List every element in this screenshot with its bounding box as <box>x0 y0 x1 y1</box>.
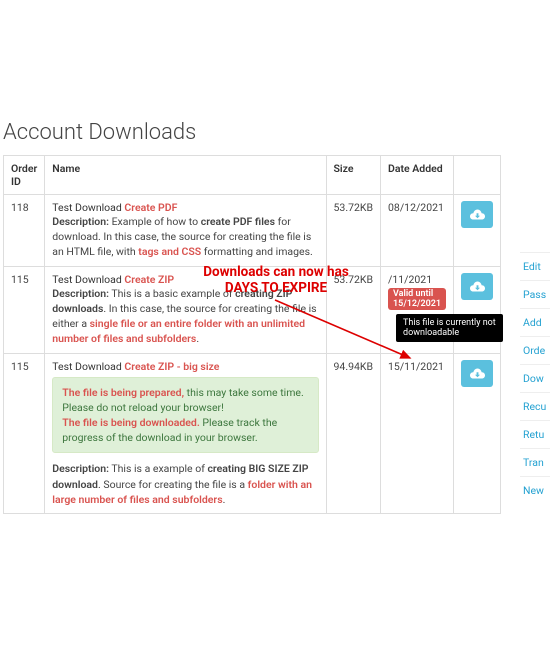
expiry-badge: Valid until 15/12/2021 <box>388 288 446 310</box>
cloud-download-icon <box>470 208 485 221</box>
sidemenu-item[interactable]: Dow <box>520 364 550 392</box>
download-description: Description: This is a example of creati… <box>52 462 312 505</box>
sidemenu-item[interactable]: Edit <box>520 252 550 280</box>
date-added: 08/12/2021 <box>381 195 454 267</box>
download-description: Description: This is a basic example of … <box>52 287 316 346</box>
order-id: 118 <box>4 195 45 267</box>
order-id: 115 <box>4 353 45 514</box>
sidemenu-item[interactable]: Pass <box>520 280 550 308</box>
sidemenu-item[interactable]: New <box>520 476 550 504</box>
tooltip: This file is currently not downloadable <box>396 314 503 342</box>
date-added: 15/11/2021 <box>381 353 454 514</box>
sidemenu-item[interactable]: Retu <box>520 420 550 448</box>
file-size: 94.94KB <box>326 353 381 514</box>
download-name: Test Download Create ZIP - big size <box>52 360 219 373</box>
sidemenu-item[interactable]: Add <box>520 308 550 336</box>
download-description: Description: Example of how to create PD… <box>52 215 313 258</box>
download-button[interactable] <box>461 360 493 387</box>
download-name: Test Download Create ZIP <box>52 273 174 286</box>
sidemenu-item[interactable]: Recu <box>520 392 550 420</box>
account-sidemenu: Edit Pass Add Orde Dow Recu Retu Tran Ne… <box>520 252 550 504</box>
page-title: Account Downloads <box>3 120 550 145</box>
file-size: 53.72KB <box>326 266 381 353</box>
col-date-added: Date Added <box>381 156 454 195</box>
col-name: Name <box>45 156 326 195</box>
col-order-id: Order ID <box>4 156 45 195</box>
cloud-download-icon <box>470 367 485 380</box>
table-row: 115 Test Download Create ZIP - big size … <box>4 353 501 514</box>
sidemenu-item[interactable]: Tran <box>520 448 550 476</box>
date-added: /11/2021 <box>388 273 432 286</box>
table-row: 118 Test Download Create PDF Description… <box>4 195 501 267</box>
cloud-download-icon <box>470 280 485 293</box>
download-name: Test Download Create PDF <box>52 201 177 214</box>
col-size: Size <box>326 156 381 195</box>
order-id: 115 <box>4 266 45 353</box>
progress-alert: The file is being prepared, this may tak… <box>52 377 318 454</box>
download-button[interactable] <box>461 273 493 300</box>
file-size: 53.72KB <box>326 195 381 267</box>
col-action <box>454 156 501 195</box>
download-button[interactable] <box>461 201 493 228</box>
sidemenu-item[interactable]: Orde <box>520 336 550 364</box>
